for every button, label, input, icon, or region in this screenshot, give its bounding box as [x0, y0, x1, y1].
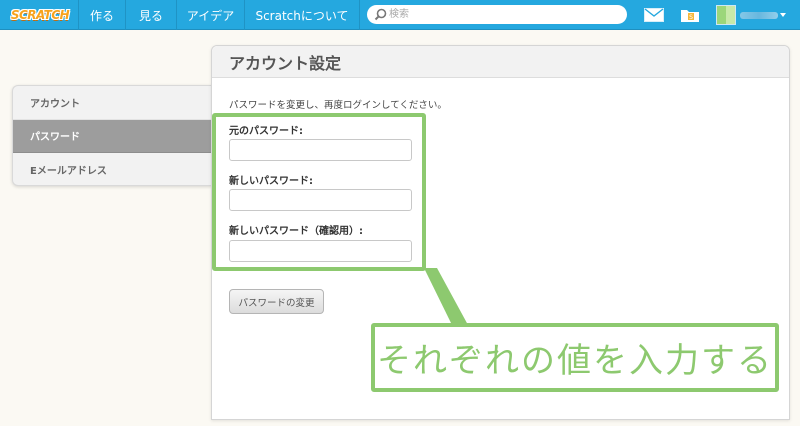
search-input[interactable] [389, 6, 609, 23]
nav-item-explore[interactable]: 見る [125, 0, 176, 30]
user-avatar[interactable] [716, 5, 736, 25]
svg-text:S: S [689, 14, 693, 21]
my-stuff-folder-icon[interactable]: S [676, 0, 704, 30]
scratch-logo[interactable]: SCRATCH [8, 5, 72, 25]
change-password-button[interactable]: パスワードの変更 [229, 289, 324, 314]
nav-item-create[interactable]: 作る [78, 0, 125, 30]
annotation-callout: それぞれの値を入力する [371, 323, 779, 392]
page-title: アカウント設定 [212, 46, 789, 78]
password-instruction: パスワードを変更し、再度ログインしてください。 [229, 100, 447, 111]
nav-item-ideas[interactable]: アイデア [176, 0, 244, 30]
settings-sidebar: アカウント パスワード Eメールアドレス [12, 85, 212, 186]
username-redacted[interactable] [740, 12, 778, 19]
fields-highlight-box [212, 113, 426, 271]
search-icon [371, 5, 389, 24]
sidebar-item-email[interactable]: Eメールアドレス [13, 153, 212, 185]
nav-item-about[interactable]: Scratchについて [244, 0, 360, 30]
sidebar-item-password[interactable]: パスワード [13, 119, 212, 153]
top-nav-bar: SCRATCH 作る 見る アイデア Scratchについて S [0, 0, 800, 30]
search-box[interactable] [367, 5, 627, 24]
sidebar-item-account[interactable]: アカウント [13, 86, 212, 120]
chevron-down-icon[interactable] [780, 13, 786, 17]
messages-icon[interactable] [640, 0, 668, 30]
